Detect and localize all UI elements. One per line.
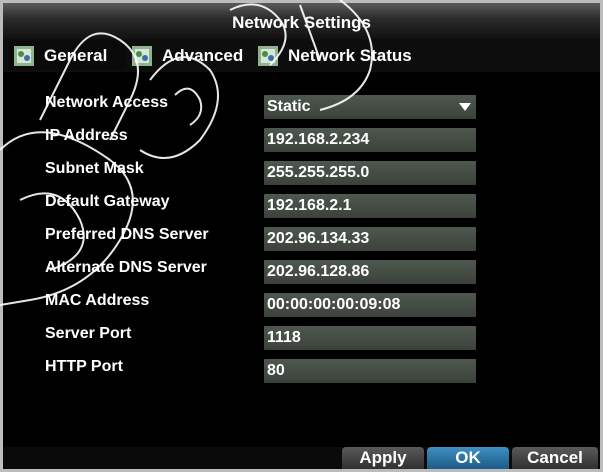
tab-general-label: General: [44, 45, 108, 65]
network-tab-icon: [258, 45, 278, 66]
default-gateway-value: 192.168.2.1: [267, 197, 352, 214]
cancel-button[interactable]: Cancel: [512, 447, 598, 469]
tab-bar: General Advanced Network Status: [3, 39, 600, 72]
tab-network-status-label: Network Status: [288, 45, 412, 65]
alternate-dns-value: 202.96.128.86: [267, 263, 370, 280]
http-port-row: HTTP Port 80: [3, 356, 600, 383]
ip-address-label: IP Address: [45, 127, 128, 144]
server-port-input[interactable]: 1118: [264, 326, 476, 350]
http-port-input[interactable]: 80: [264, 359, 476, 383]
subnet-mask-value: 255.255.255.0: [267, 164, 370, 181]
network-access-select[interactable]: Static: [264, 95, 476, 119]
network-access-label: Network Access: [45, 94, 169, 111]
mac-address-label: MAC Address: [45, 292, 150, 309]
default-gateway-input[interactable]: 192.168.2.1: [264, 194, 476, 218]
network-tab-icon: [14, 45, 34, 66]
tab-general[interactable]: General: [9, 41, 125, 70]
alternate-dns-row: Alternate DNS Server 202.96.128.86: [3, 257, 600, 284]
alternate-dns-input[interactable]: 202.96.128.86: [264, 260, 476, 284]
chevron-down-icon[interactable]: [459, 103, 471, 111]
preferred-dns-value: 202.96.134.33: [267, 230, 370, 247]
tab-network-status[interactable]: Network Status: [253, 41, 453, 70]
http-port-label: HTTP Port: [45, 358, 123, 375]
settings-panel: Network Access Static IP Address 192.168…: [3, 72, 600, 447]
tab-advanced[interactable]: Advanced: [127, 41, 249, 70]
subnet-mask-input[interactable]: 255.255.255.0: [264, 161, 476, 185]
apply-button[interactable]: Apply: [342, 447, 424, 469]
subnet-mask-label: Subnet Mask: [45, 160, 144, 177]
server-port-row: Server Port 1118: [3, 323, 600, 350]
mac-address-value: 00:00:00:00:09:08: [267, 296, 401, 313]
ip-address-input[interactable]: 192.168.2.234: [264, 128, 476, 152]
server-port-value: 1118: [267, 329, 301, 346]
preferred-dns-input[interactable]: 202.96.134.33: [264, 227, 476, 251]
default-gateway-label: Default Gateway: [45, 193, 170, 210]
button-bar: Apply OK Cancel: [3, 447, 600, 469]
network-access-row: Network Access Static: [3, 92, 600, 119]
ok-button[interactable]: OK: [427, 447, 509, 469]
mac-address-input[interactable]: 00:00:00:00:09:08: [264, 293, 476, 317]
tab-advanced-label: Advanced: [162, 45, 244, 65]
network-access-value: Static: [267, 98, 311, 115]
title-bar: Network Settings: [3, 3, 600, 39]
preferred-dns-row: Preferred DNS Server 202.96.134.33: [3, 224, 600, 251]
mac-address-row: MAC Address 00:00:00:00:09:08: [3, 290, 600, 317]
ip-address-value: 192.168.2.234: [267, 131, 370, 148]
network-tab-icon: [132, 45, 152, 66]
subnet-mask-row: Subnet Mask 255.255.255.0: [3, 158, 600, 185]
window-title: Network Settings: [232, 13, 371, 32]
preferred-dns-label: Preferred DNS Server: [45, 226, 209, 243]
server-port-label: Server Port: [45, 325, 132, 342]
http-port-value: 80: [267, 362, 285, 379]
alternate-dns-label: Alternate DNS Server: [45, 259, 207, 276]
ip-address-row: IP Address 192.168.2.234: [3, 125, 600, 152]
default-gateway-row: Default Gateway 192.168.2.1: [3, 191, 600, 218]
